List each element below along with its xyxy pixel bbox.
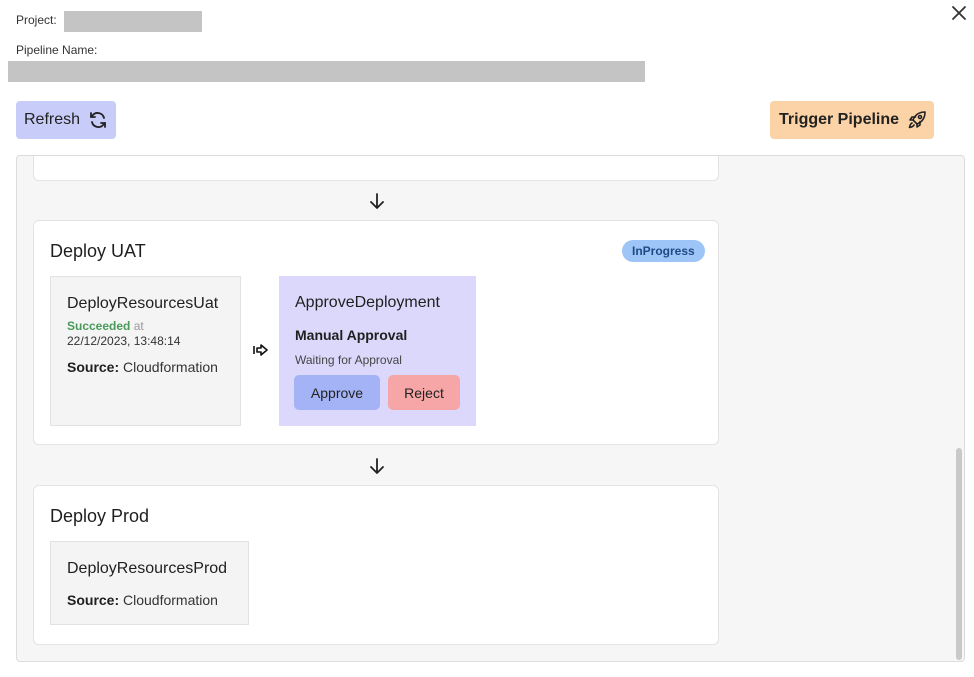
action-source: Source: Cloudformation: [67, 592, 218, 608]
rocket-icon: [908, 111, 926, 129]
arrow-down-icon: [370, 193, 384, 209]
refresh-button[interactable]: Refresh: [16, 101, 116, 139]
refresh-label: Refresh: [24, 111, 81, 128]
status-badge: InProgress: [622, 240, 705, 262]
action-status: Succeeded at: [67, 319, 144, 333]
action-deploy-resources-prod: DeployResourcesProd Source: Cloudformati…: [50, 541, 249, 625]
source-value: Cloudformation: [123, 359, 218, 375]
status-at: at: [133, 319, 144, 333]
action-source: Source: Cloudformation: [67, 359, 218, 375]
source-label: Source:: [67, 592, 120, 608]
trigger-pipeline-button[interactable]: Trigger Pipeline: [770, 101, 934, 139]
approval-message: Waiting for Approval: [295, 353, 402, 367]
project-label: Project:: [16, 13, 57, 27]
stage-deploy-prod: Deploy Prod DeployResourcesProd Source: …: [33, 485, 719, 645]
reject-button[interactable]: Reject: [388, 375, 460, 410]
status-succeeded: Succeeded: [67, 319, 131, 333]
project-value-redacted: [64, 11, 202, 32]
action-approve-deployment: ApproveDeployment Manual Approval Waitin…: [279, 276, 476, 426]
close-icon: [952, 6, 966, 20]
action-deploy-resources-uat: DeployResourcesUat Succeeded at 22/12/20…: [50, 276, 241, 426]
previous-stage-card: [33, 156, 719, 181]
approval-type: Manual Approval: [295, 327, 408, 343]
stage-title: Deploy Prod: [50, 506, 150, 526]
stage-deploy-uat: Deploy UAT InProgress DeployResourcesUat…: [33, 220, 719, 445]
source-label: Source:: [67, 359, 120, 375]
refresh-icon: [90, 112, 106, 128]
pipeline-panel: Deploy UAT InProgress DeployResourcesUat…: [16, 155, 965, 662]
close-button[interactable]: [948, 2, 970, 24]
trigger-pipeline-label: Trigger Pipeline: [779, 111, 900, 128]
pipeline-name-label: Pipeline Name:: [16, 43, 98, 57]
action-name: DeployResourcesProd: [67, 560, 228, 577]
source-value: Cloudformation: [123, 592, 218, 608]
transition-arrow-icon: [253, 344, 268, 356]
approve-button[interactable]: Approve: [294, 375, 380, 410]
action-name: DeployResourcesUat: [67, 295, 219, 312]
arrow-down-icon: [370, 458, 384, 474]
stage-title: Deploy UAT: [50, 241, 146, 261]
pipeline-name-value-redacted: [8, 61, 645, 82]
scrollbar-thumb[interactable]: [956, 448, 962, 660]
action-timestamp: 22/12/2023, 13:48:14: [67, 334, 181, 348]
action-name: ApproveDeployment: [295, 294, 440, 311]
